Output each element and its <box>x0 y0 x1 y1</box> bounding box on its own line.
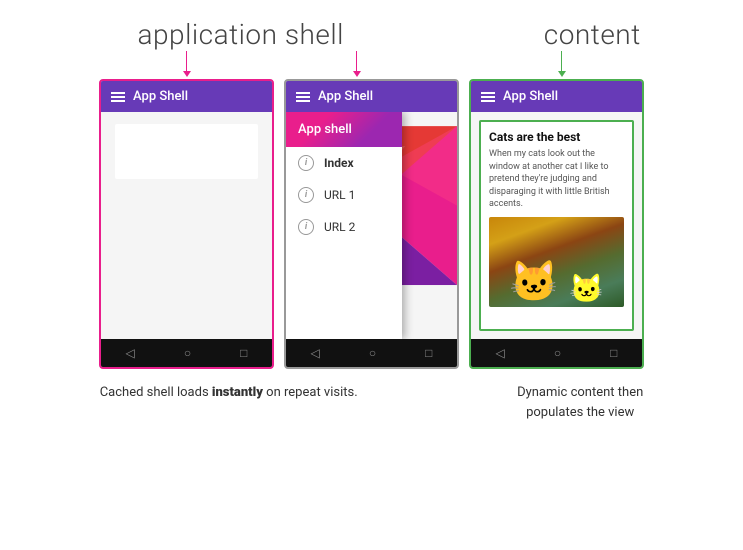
phone1: App Shell ◁ ○ □ <box>99 79 274 369</box>
drawer-item-url1[interactable]: i URL 1 <box>286 179 402 211</box>
phone2-title: App Shell <box>318 89 373 104</box>
phone3-back-icon: ◁ <box>496 346 505 360</box>
drawer-title: App shell <box>298 122 352 137</box>
phone3-navbar: ◁ ○ □ <box>471 339 642 367</box>
content-card: Cats are the best When my cats look out … <box>479 120 634 331</box>
phone1-navbar: ◁ ○ □ <box>101 339 272 367</box>
phone1-body <box>101 112 272 339</box>
top-labels-row: application shell content <box>20 18 723 51</box>
drawer-item-url2[interactable]: i URL 2 <box>286 211 402 243</box>
main-container: application shell content <box>0 0 743 438</box>
captions-row: Cached shell loads instantly on repeat v… <box>20 383 723 422</box>
phone2-recents-icon: □ <box>425 346 432 360</box>
arrow-phone2 <box>353 51 361 77</box>
phone2-hamburger <box>296 92 310 102</box>
drawer-item-index-label: Index <box>324 156 354 170</box>
content-text: When my cats look out the window at anot… <box>489 148 624 211</box>
content-label: content <box>544 18 641 51</box>
recents-icon: □ <box>240 346 247 360</box>
phone3-title: App Shell <box>503 89 558 104</box>
caption-left-suffix: on repeat visits. <box>263 385 358 400</box>
phone3-home-icon: ○ <box>554 346 561 360</box>
info-icon-url2: i <box>298 219 314 235</box>
caption-left-text: Cached shell loads <box>100 385 212 400</box>
phone3-body: Cats are the best When my cats look out … <box>471 112 642 339</box>
application-shell-label: application shell <box>138 18 344 51</box>
info-icon-url1: i <box>298 187 314 203</box>
phone2-navbar: ◁ ○ □ <box>286 339 457 367</box>
nav-drawer: App shell i Index i URL 1 i URL 2 <box>286 112 402 339</box>
phone2-body: App shell i Index i URL 1 i URL 2 <box>286 112 457 339</box>
cat-image <box>489 217 624 307</box>
back-icon: ◁ <box>126 346 135 360</box>
phone1-title: App Shell <box>133 89 188 104</box>
drawer-item-index[interactable]: i Index <box>286 147 402 179</box>
content-label-group: content <box>492 18 692 51</box>
phones-row: App Shell ◁ ○ □ App Shell <box>20 79 723 369</box>
arrow-phone1 <box>183 51 191 77</box>
phone2: App Shell App shell <box>284 79 459 369</box>
caption-right-line2: populates the view <box>526 405 634 420</box>
phone2-header: App Shell <box>286 81 457 112</box>
caption-left: Cached shell loads instantly on repeat v… <box>100 383 358 422</box>
drawer-header: App shell <box>286 112 402 147</box>
drawer-item-url2-label: URL 2 <box>324 220 355 234</box>
arrow-phone3 <box>558 51 566 77</box>
home-icon: ○ <box>184 346 191 360</box>
hamburger-icon <box>111 92 125 102</box>
phone1-header: App Shell <box>101 81 272 112</box>
phone3-recents-icon: □ <box>610 346 617 360</box>
caption-right: Dynamic content then populates the view <box>517 383 643 422</box>
phone2-back-icon: ◁ <box>311 346 320 360</box>
caption-right-line1: Dynamic content then <box>517 385 643 400</box>
phone3-header: App Shell <box>471 81 642 112</box>
phone3: App Shell Cats are the best When my cats… <box>469 79 644 369</box>
info-icon-index: i <box>298 155 314 171</box>
content-title: Cats are the best <box>489 130 624 144</box>
phone3-hamburger <box>481 92 495 102</box>
application-shell-label-group: application shell <box>51 18 431 51</box>
phone1-card <box>115 124 258 179</box>
drawer-item-url1-label: URL 1 <box>324 188 355 202</box>
caption-left-bold: instantly <box>212 385 263 400</box>
phone2-home-icon: ○ <box>369 346 376 360</box>
